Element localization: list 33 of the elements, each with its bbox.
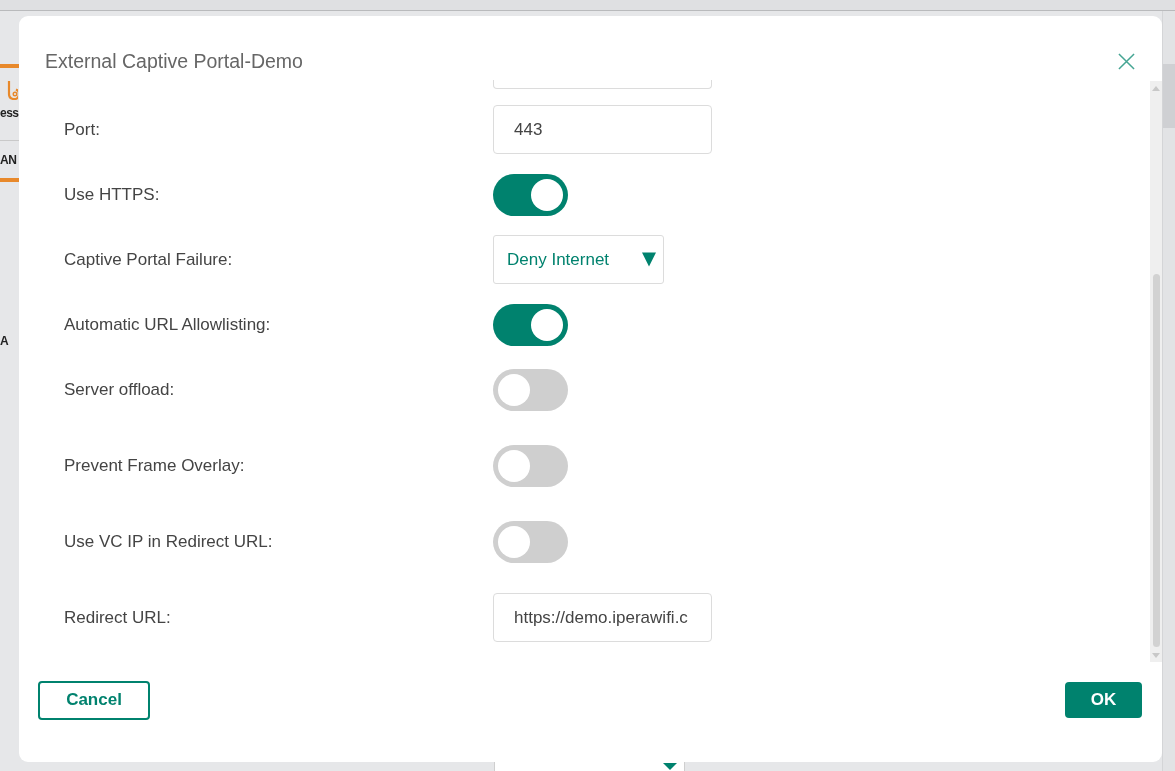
field-label: Use VC IP in Redirect URL: bbox=[64, 531, 273, 551]
close-icon[interactable] bbox=[1118, 53, 1135, 70]
input-field[interactable] bbox=[493, 80, 712, 89]
dropdown[interactable]: Deny Internet bbox=[493, 235, 664, 284]
caret-icon bbox=[642, 252, 656, 267]
page-scrollbar[interactable] bbox=[1162, 11, 1175, 771]
toggle-switch[interactable] bbox=[493, 444, 568, 487]
ok-button[interactable]: OK bbox=[1065, 682, 1142, 718]
arrow-down-icon[interactable] bbox=[1152, 653, 1160, 658]
dialog-title: External Captive Portal-Demo bbox=[45, 49, 303, 74]
cancel-button[interactable]: Cancel bbox=[38, 680, 150, 720]
sidebar-text: ess bbox=[0, 106, 19, 120]
field-label: Server offload: bbox=[64, 379, 175, 399]
dropdown-field[interactable] bbox=[494, 762, 685, 771]
field-label: Use HTTPS: bbox=[64, 184, 160, 204]
scrollbar-thumb[interactable] bbox=[1152, 274, 1160, 647]
toggle-switch[interactable] bbox=[493, 173, 568, 216]
sidebar-text: AN bbox=[0, 153, 18, 167]
toggle-switch[interactable] bbox=[493, 368, 568, 411]
arrow-up-icon[interactable] bbox=[1152, 86, 1160, 91]
toggle-switch[interactable] bbox=[493, 303, 568, 346]
sidebar-text: A bbox=[0, 334, 10, 348]
scrollbar-thumb[interactable] bbox=[1163, 64, 1175, 128]
field-label: Automatic URL Allowlisting: bbox=[64, 314, 271, 334]
scrollbar-track[interactable] bbox=[1150, 81, 1162, 662]
input-field[interactable]: https://demo.iperawifi.c bbox=[493, 593, 712, 642]
input-field[interactable]: 443 bbox=[493, 105, 712, 154]
field-label: Port: bbox=[64, 119, 100, 139]
field-label: Captive Portal Failure: bbox=[64, 249, 233, 269]
field-label: Redirect URL: bbox=[64, 607, 171, 627]
logo-icon bbox=[7, 80, 18, 100]
toggle-switch[interactable] bbox=[493, 520, 568, 563]
field-label: Prevent Frame Overlay: bbox=[64, 455, 245, 475]
